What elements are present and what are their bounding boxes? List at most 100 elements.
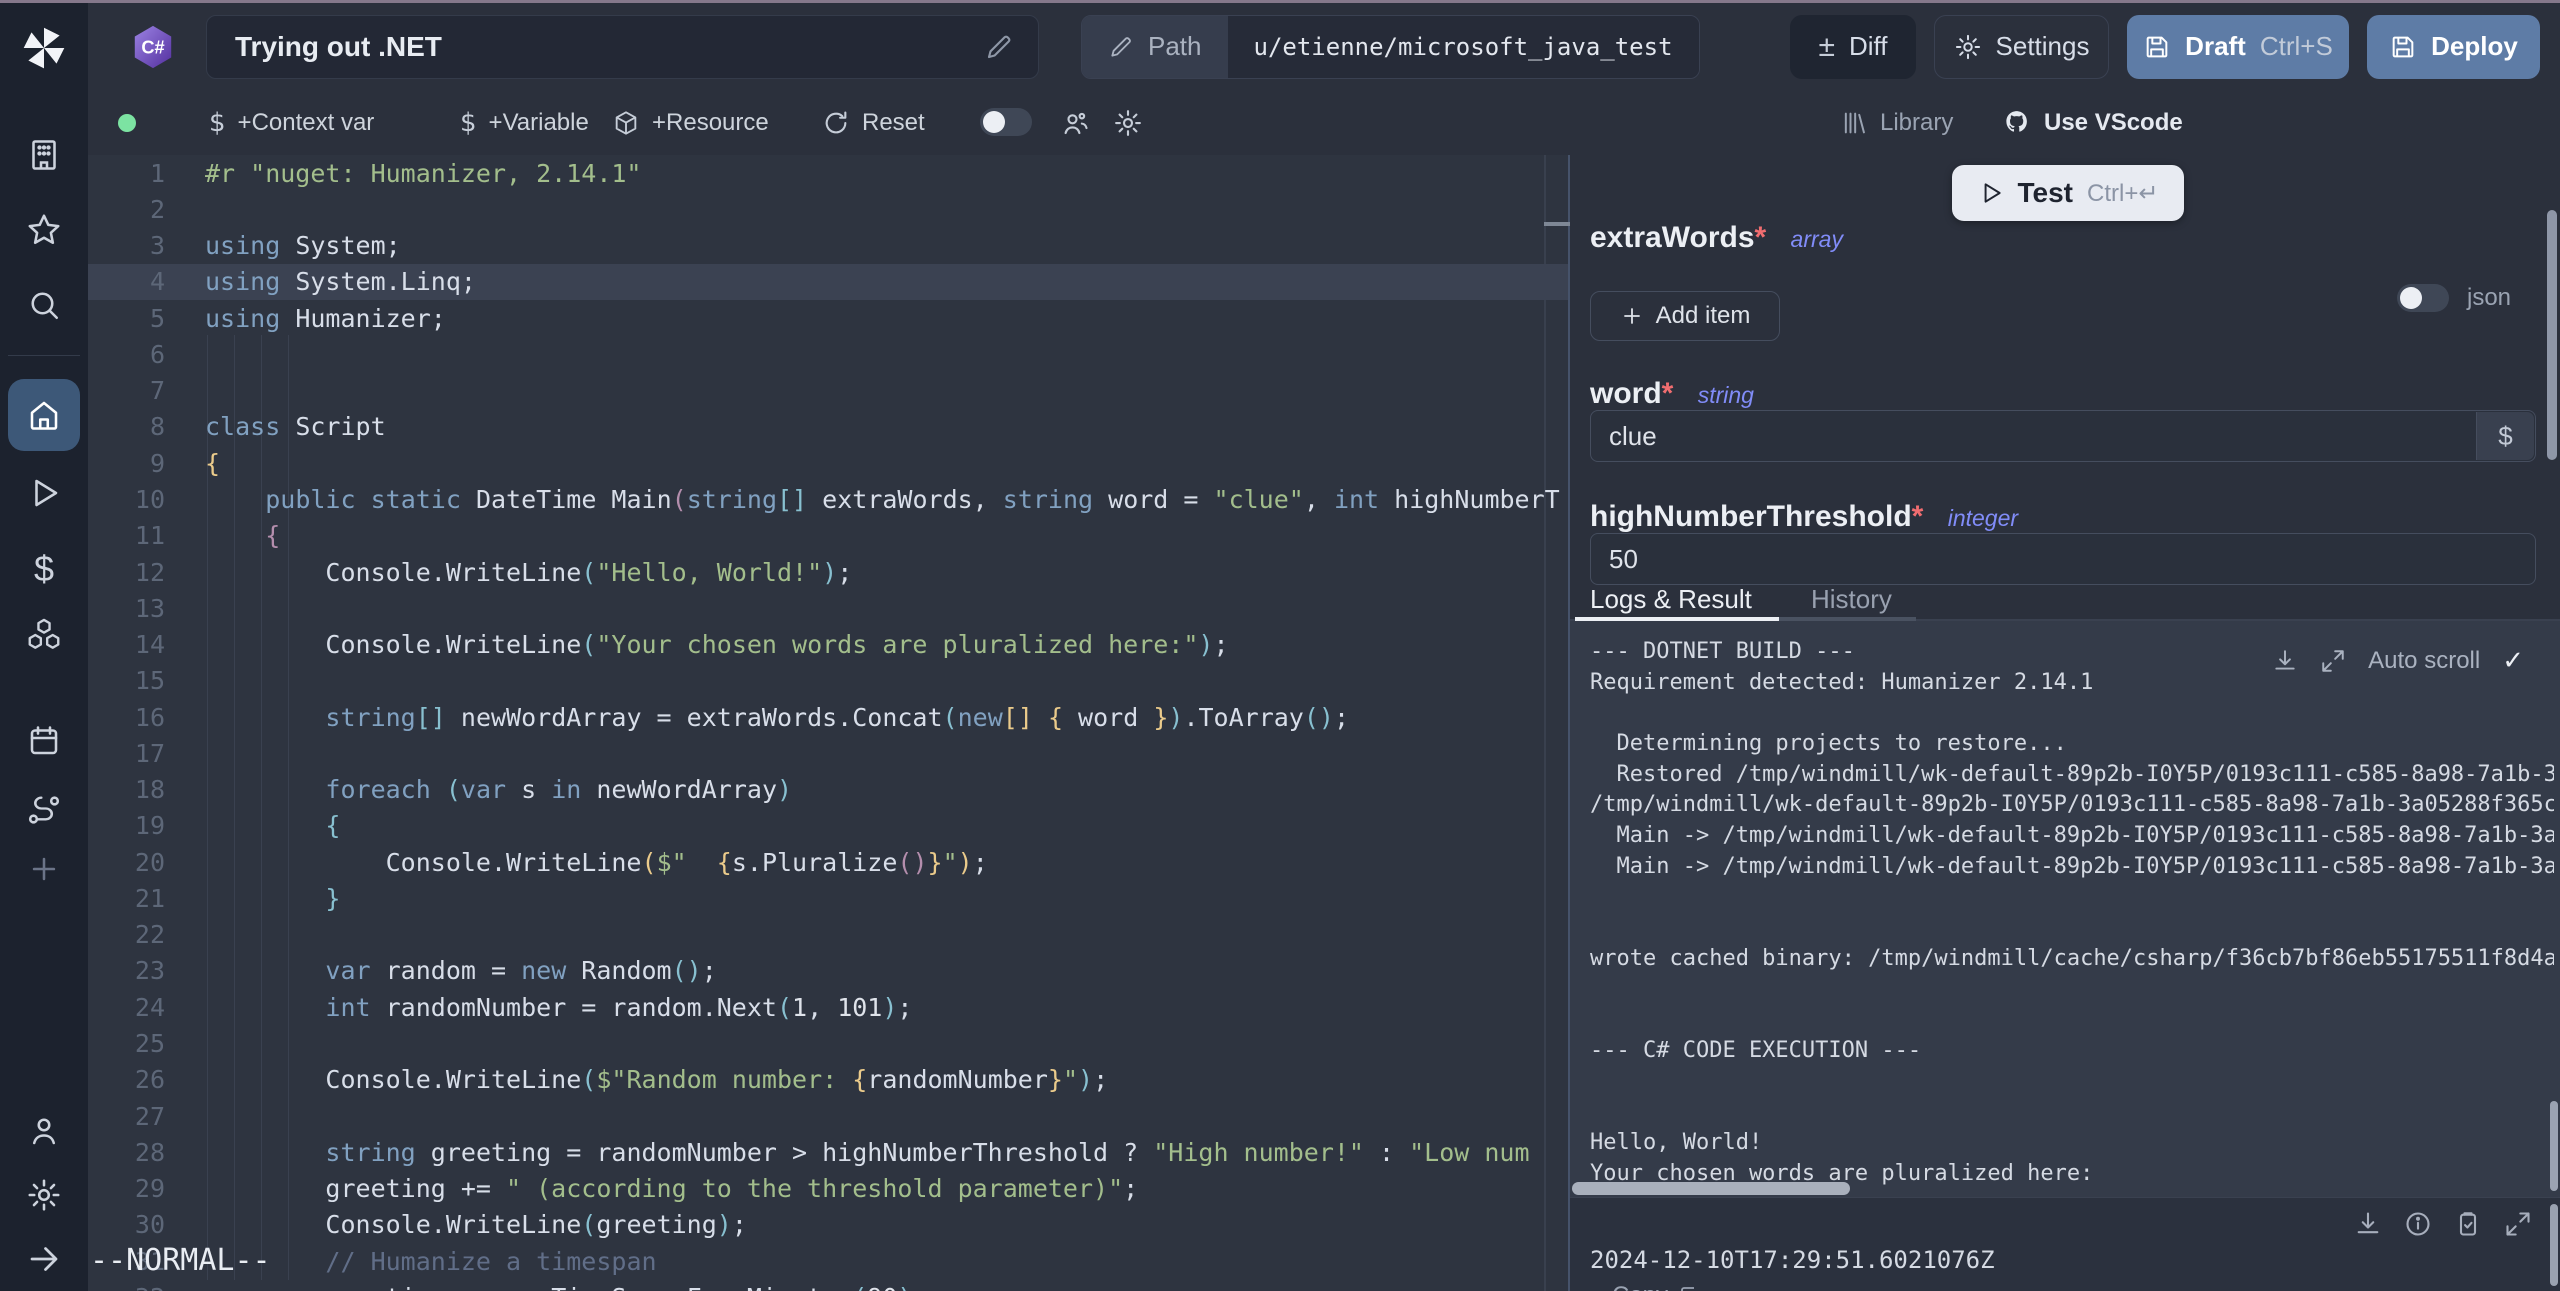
arg-type: integer — [1948, 505, 2018, 531]
deploy-button[interactable]: Deploy — [2367, 15, 2540, 79]
code-editor[interactable]: 1#r "nuget: Humanizer, 2.14.1"23using Sy… — [88, 155, 1568, 1291]
workspace-building-icon[interactable] — [26, 137, 62, 173]
tab-logs-result[interactable]: Logs & Result — [1590, 584, 1752, 615]
code-line[interactable]: 20 Console.WriteLine($" {s.Pluralize()}"… — [88, 844, 1568, 880]
settings-gear-icon — [1954, 33, 1982, 61]
log-line: --- DOTNET BUILD --- — [1590, 639, 2554, 670]
settings-button[interactable]: Settings — [1934, 15, 2109, 79]
code-line[interactable]: 9{ — [88, 445, 1568, 481]
logs-horizontal-scrollbar[interactable] — [1572, 1182, 1850, 1195]
multiplayer-users-icon[interactable] — [1060, 108, 1090, 138]
line-number: 22 — [88, 920, 165, 949]
code-line[interactable]: 11 { — [88, 518, 1568, 554]
arg-name: highNumberThreshold — [1590, 500, 1912, 533]
args-scrollbar[interactable] — [2547, 210, 2557, 460]
editor-settings-gear-icon[interactable] — [1113, 108, 1143, 138]
code-line[interactable]: 26 Console.WriteLine($"Random number: {r… — [88, 1062, 1568, 1098]
code-line[interactable]: 18 foreach (var s in newWordArray) — [88, 772, 1568, 808]
resources-cubes-icon[interactable] — [25, 616, 63, 654]
code-line[interactable]: 1#r "nuget: Humanizer, 2.14.1" — [88, 155, 1568, 191]
script-title-input[interactable]: Trying out .NET — [206, 15, 1039, 79]
search-icon[interactable] — [26, 287, 62, 323]
code-line[interactable]: 23 var random = new Random(); — [88, 953, 1568, 989]
code-line[interactable]: 29 greeting += " (according to the thres… — [88, 1170, 1568, 1206]
add-context-var-button[interactable]: $ +Context var — [209, 108, 374, 138]
result-scrollbar[interactable] — [2550, 1204, 2558, 1286]
code-lines[interactable]: 1#r "nuget: Humanizer, 2.14.1"23using Sy… — [88, 155, 1568, 1291]
log-line — [1590, 1007, 2554, 1038]
line-number: 9 — [88, 449, 165, 478]
flows-route-icon[interactable] — [26, 792, 62, 828]
code-line[interactable]: 22 — [88, 917, 1568, 953]
panel-resize-handle[interactable] — [1544, 222, 1570, 226]
logs-vertical-scrollbar[interactable] — [2550, 1101, 2558, 1191]
windmill-logo-icon[interactable] — [19, 23, 69, 73]
path-group[interactable]: Path u/etienne/microsoft_java_test — [1081, 15, 1700, 79]
threshold-input[interactable]: 50 — [1590, 533, 2536, 585]
code-line[interactable]: 28 string greeting = randomNumber > high… — [88, 1134, 1568, 1170]
tab-history[interactable]: History — [1811, 584, 1892, 615]
home-icon[interactable] — [26, 397, 62, 433]
expand-result-icon[interactable] — [2504, 1210, 2532, 1238]
code-line[interactable]: 13 — [88, 590, 1568, 626]
code-line[interactable]: 3using System; — [88, 228, 1568, 264]
status-dot — [118, 114, 136, 132]
code-line[interactable]: 8class Script — [88, 409, 1568, 445]
code-line[interactable]: 21 } — [88, 880, 1568, 916]
code-line[interactable]: 17 — [88, 735, 1568, 771]
log-line — [1590, 885, 2554, 916]
add-resource-button[interactable]: +Resource — [612, 109, 769, 137]
add-variable-button[interactable]: $ +Variable — [460, 108, 589, 138]
draft-button[interactable]: Draft Ctrl+S — [2127, 15, 2349, 79]
collapse-arrow-right-icon[interactable] — [26, 1241, 62, 1277]
json-toggle[interactable] — [2397, 284, 2449, 312]
add-plus-icon[interactable] — [27, 852, 61, 886]
code-line[interactable]: 27 — [88, 1098, 1568, 1134]
code-line[interactable]: 4using System.Linq; — [88, 264, 1568, 300]
result-copy-button[interactable]: Copy — [1612, 1282, 1702, 1291]
code-line[interactable]: 19 { — [88, 808, 1568, 844]
insert-variable-dollar-button[interactable]: $ — [2476, 412, 2534, 460]
use-vscode-button[interactable]: Use VScode — [2002, 108, 2183, 138]
library-button[interactable]: Library — [1840, 109, 1953, 137]
log-line: Hello, World! — [1590, 1130, 2554, 1161]
arg-extrawords-label: extraWords* array — [1590, 221, 1843, 255]
settings-gear-icon[interactable] — [26, 1177, 62, 1213]
path-value[interactable]: u/etienne/microsoft_java_test — [1228, 16, 1699, 78]
code-line[interactable]: 12 Console.WriteLine("Hello, World!"); — [88, 554, 1568, 590]
code-line[interactable]: 25 — [88, 1025, 1568, 1061]
edit-title-pencil-icon[interactable] — [984, 32, 1014, 62]
code-line[interactable]: 30 Console.WriteLine(greeting); — [88, 1207, 1568, 1243]
user-account-icon[interactable] — [26, 1113, 62, 1149]
copy-result-icon[interactable] — [2454, 1210, 2482, 1238]
add-item-button[interactable]: Add item — [1590, 291, 1780, 341]
code-line[interactable]: 10 public static DateTime Main(string[] … — [88, 481, 1568, 517]
code-line[interactable]: 6 — [88, 336, 1568, 372]
schedules-calendar-icon[interactable] — [26, 723, 62, 759]
code-line[interactable]: 2 — [88, 191, 1568, 227]
diff-mode-toggle[interactable] — [980, 108, 1032, 136]
word-input[interactable]: clue $ — [1590, 410, 2536, 462]
path-label-segment[interactable]: Path — [1082, 16, 1228, 78]
dollar-icon: $ — [460, 108, 477, 138]
diff-button[interactable]: ± Diff — [1790, 15, 1916, 79]
reset-button[interactable]: Reset — [822, 109, 925, 137]
code-line[interactable]: 14 Console.WriteLine("Your chosen words … — [88, 626, 1568, 662]
code-line[interactable]: 5using Humanizer; — [88, 300, 1568, 336]
logs-panel[interactable]: Auto scroll ✓ --- DOTNET BUILD ---Requir… — [1570, 621, 2560, 1197]
sidebar-divider — [8, 355, 80, 356]
info-icon[interactable] — [2404, 1210, 2432, 1238]
variables-dollar-icon[interactable]: $ — [34, 548, 54, 590]
runs-play-icon[interactable] — [26, 475, 62, 511]
code-line[interactable]: 31 // Humanize a timespan — [88, 1243, 1568, 1279]
favorites-star-icon[interactable] — [26, 212, 62, 248]
code-line[interactable]: 7 — [88, 373, 1568, 409]
code-line[interactable]: 24 int randomNumber = random.Next(1, 101… — [88, 989, 1568, 1025]
code-line[interactable]: 32 var timespan = TimeSpan.FromMinutes(9… — [88, 1279, 1568, 1291]
code-line[interactable]: 15 — [88, 663, 1568, 699]
arg-name: word — [1590, 377, 1662, 410]
download-result-icon[interactable] — [2354, 1210, 2382, 1238]
sidebar: $ — [0, 3, 88, 1291]
code-line[interactable]: 16 string[] newWordArray = extraWords.Co… — [88, 699, 1568, 735]
test-button[interactable]: Test Ctrl+↵ — [1952, 165, 2184, 221]
